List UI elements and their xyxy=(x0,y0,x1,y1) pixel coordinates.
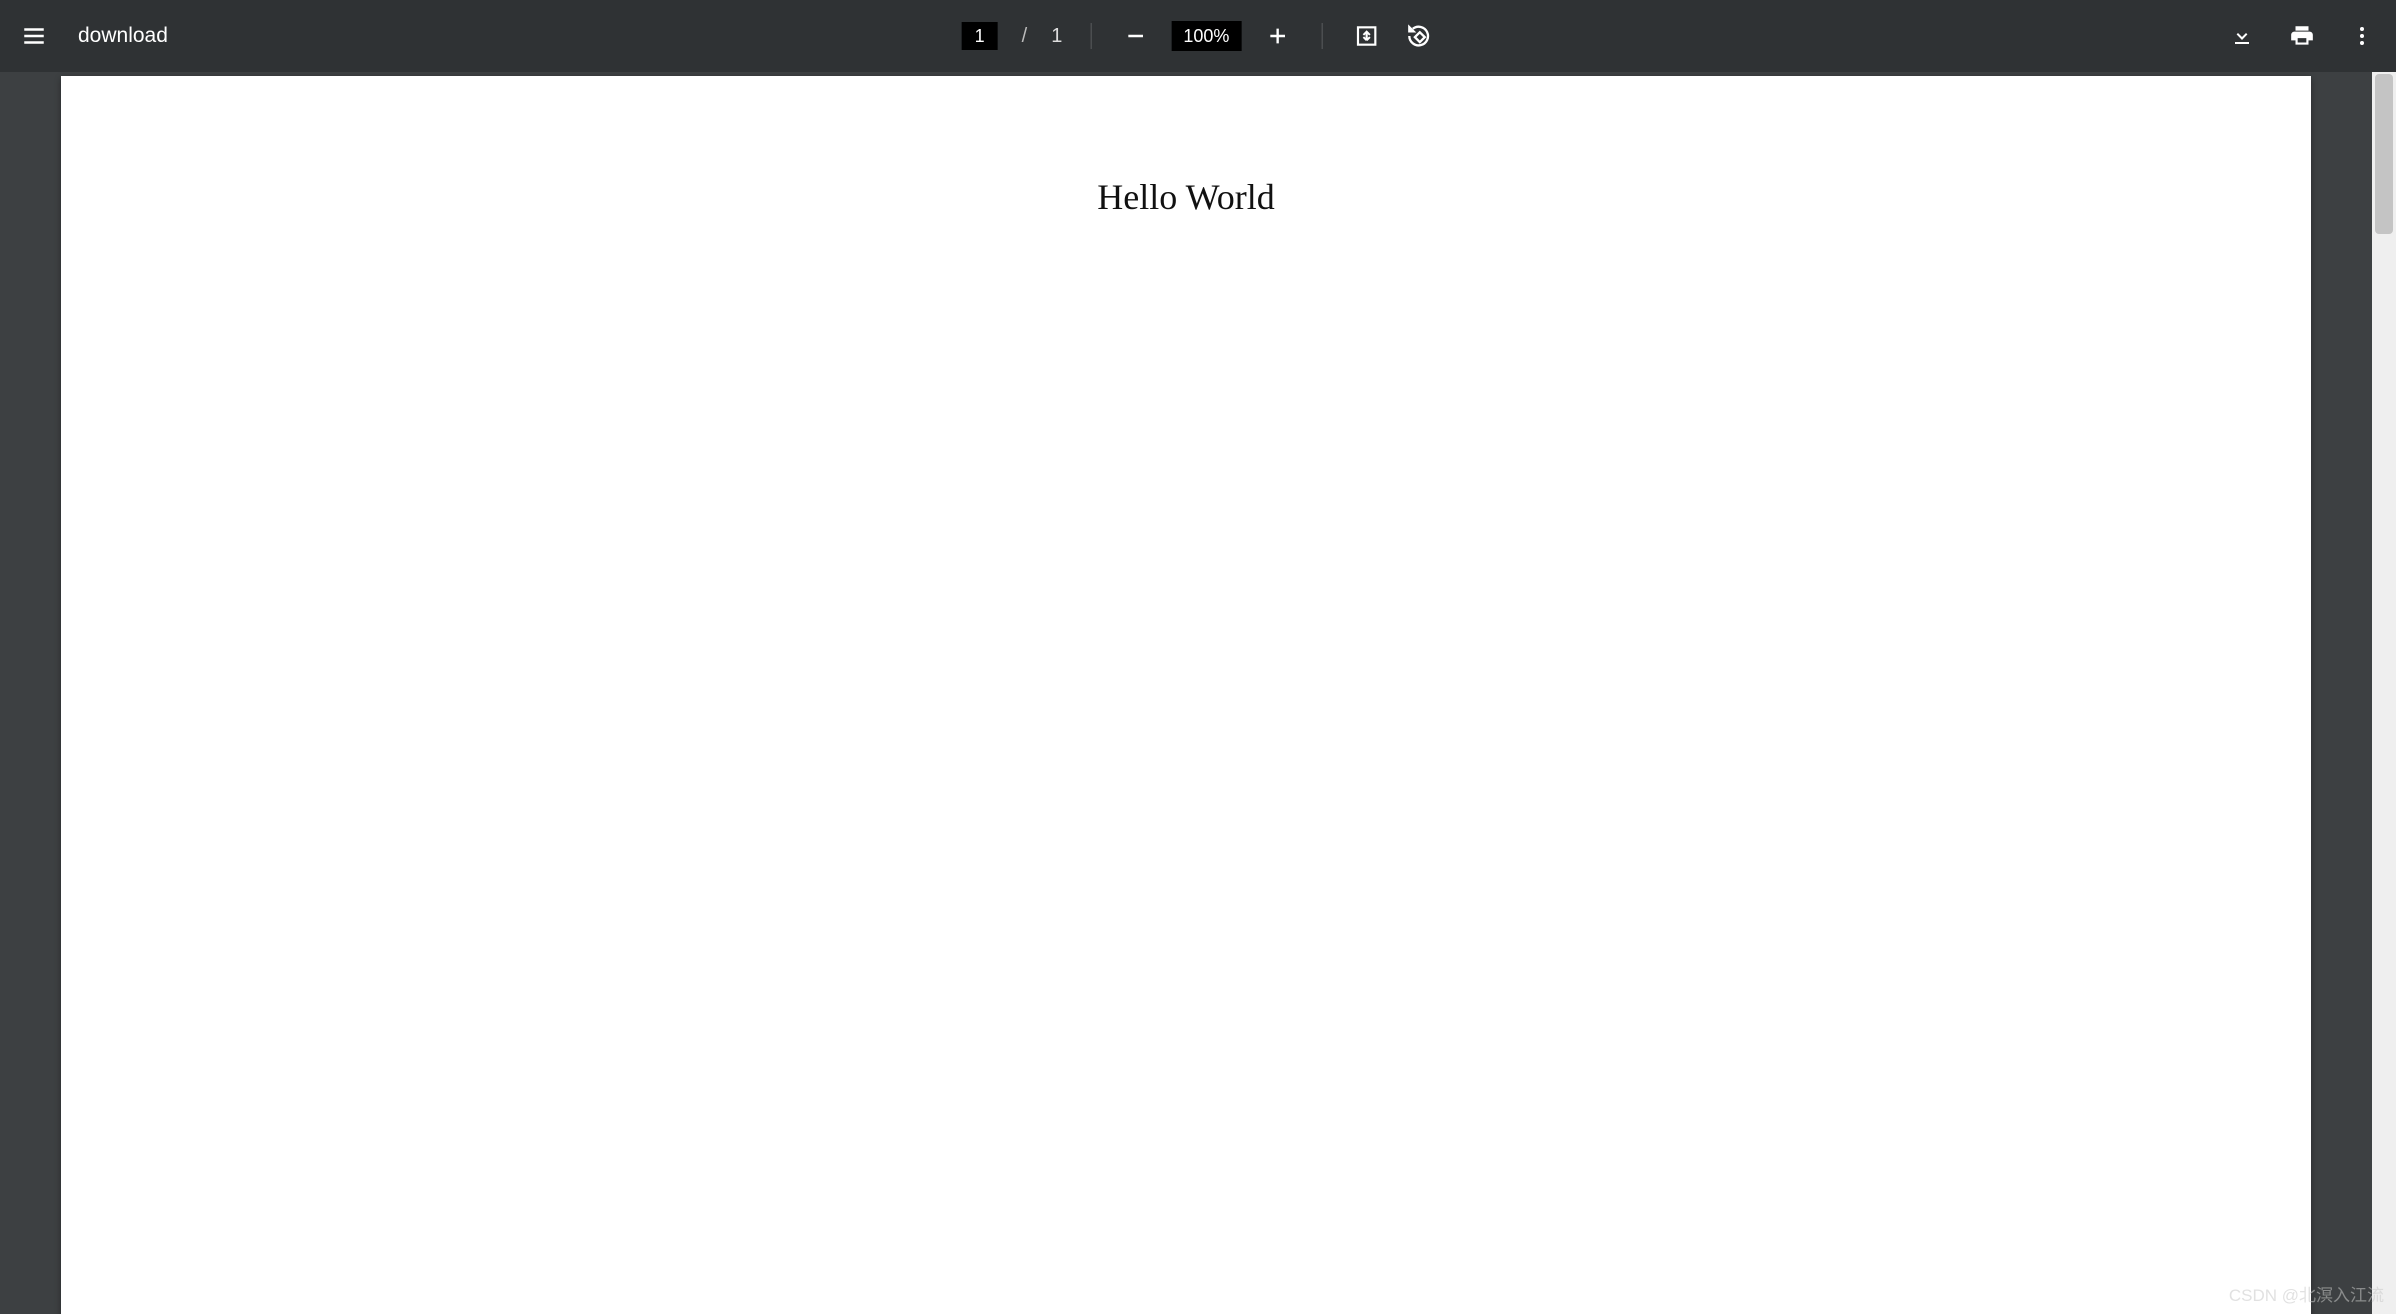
download-icon xyxy=(2230,24,2254,48)
pdf-toolbar: download / 1 100% xyxy=(0,0,2396,72)
divider xyxy=(1321,23,1322,49)
viewer-wrap: Hello World xyxy=(0,72,2396,1314)
plus-icon xyxy=(1266,25,1288,47)
zoom-level-display[interactable]: 100% xyxy=(1171,21,1241,51)
divider xyxy=(1090,23,1091,49)
pdf-page: Hello World xyxy=(61,76,2311,1314)
zoom-out-button[interactable] xyxy=(1119,20,1151,52)
page-number-input[interactable] xyxy=(962,22,998,50)
page-separator: / xyxy=(1022,25,1028,48)
minus-icon xyxy=(1124,25,1146,47)
hamburger-icon xyxy=(21,23,47,49)
page-total: 1 xyxy=(1051,25,1062,48)
zoom-in-button[interactable] xyxy=(1261,20,1293,52)
print-icon xyxy=(2289,23,2315,49)
rotate-button[interactable] xyxy=(1402,20,1434,52)
fit-page-icon xyxy=(1353,23,1379,49)
scroll-thumb[interactable] xyxy=(2375,74,2393,234)
fit-to-page-button[interactable] xyxy=(1350,20,1382,52)
document-viewport[interactable]: Hello World xyxy=(0,72,2372,1314)
menu-button[interactable] xyxy=(18,20,50,52)
page-heading: Hello World xyxy=(61,176,2311,218)
more-options-button[interactable] xyxy=(2346,20,2378,52)
more-vert-icon xyxy=(2350,24,2374,48)
print-button[interactable] xyxy=(2286,20,2318,52)
document-title: download xyxy=(78,24,168,48)
vertical-scrollbar[interactable] xyxy=(2372,72,2396,1314)
rotate-icon xyxy=(1404,22,1432,50)
download-button[interactable] xyxy=(2226,20,2258,52)
